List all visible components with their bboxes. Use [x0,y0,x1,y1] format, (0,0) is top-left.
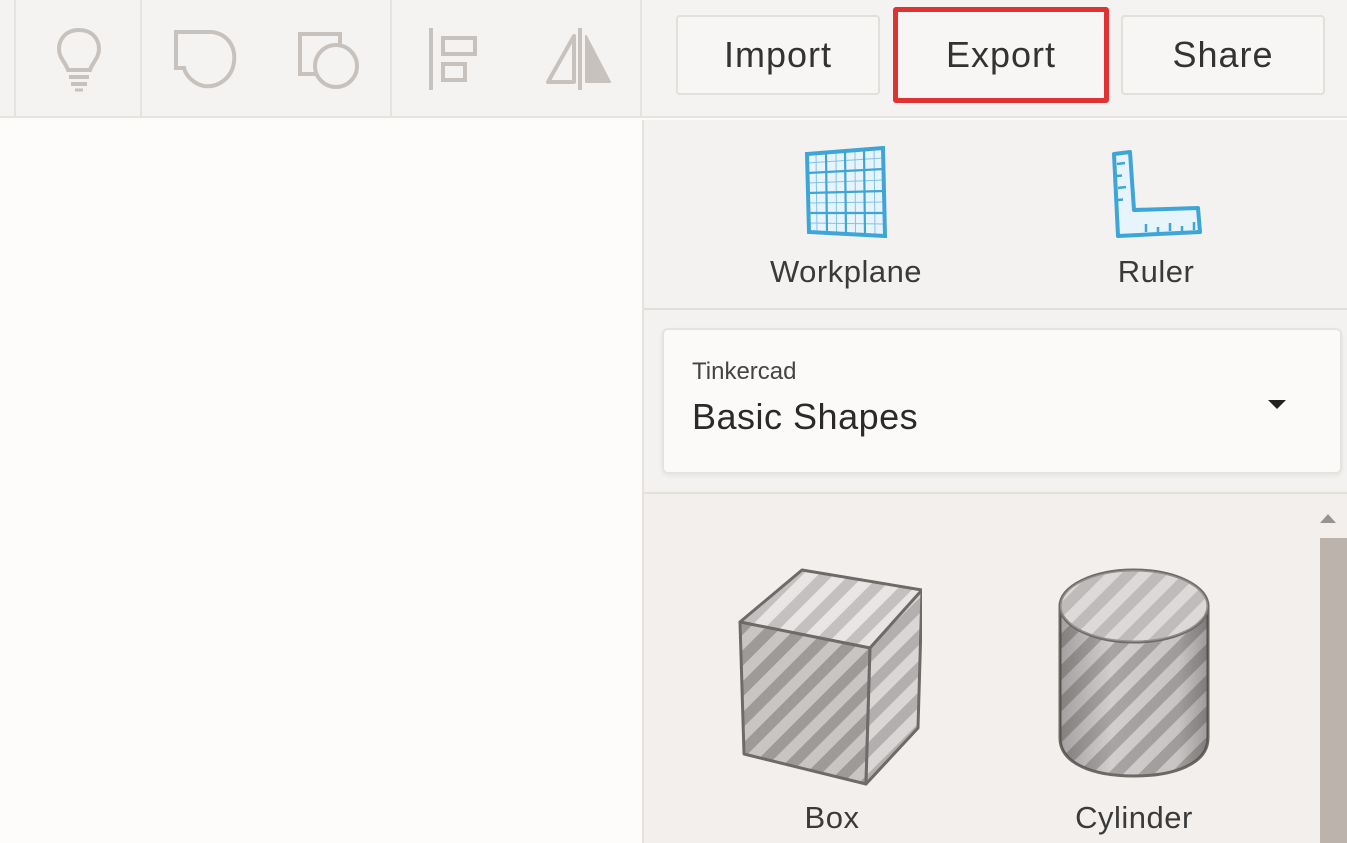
tool-group-arrange [392,0,642,118]
box-shape-icon [722,562,924,797]
top-toolbar: Import Export Share [0,0,1347,118]
workplane-icon [801,145,891,247]
share-button[interactable]: Share [1121,15,1325,95]
group-shape-icon[interactable] [170,24,240,94]
shape-item-box[interactable]: Box [722,544,942,843]
import-button[interactable]: Import [676,15,880,95]
shape-label: Cylinder [1075,800,1193,835]
shapes-panel: Workplane Ruler Tinkercad Basic Shapes B… [642,120,1347,843]
library-provider: Tinkercad [692,358,797,385]
shape-label: Box [804,800,860,835]
lightbulb-icon[interactable] [44,24,114,94]
shapes-grid: Box Cylinder [644,494,1347,843]
shape-item-cylinder[interactable]: Cylinder [1024,544,1244,843]
tool-group-notes [14,0,142,118]
workplane-tool[interactable]: Workplane [696,120,996,308]
ungroup-shape-icon[interactable] [294,24,364,94]
design-canvas[interactable] [0,120,642,843]
cylinder-shape-icon [1024,562,1244,797]
panel-divider [644,308,1347,310]
mirror-icon[interactable] [544,24,614,94]
align-icon[interactable] [420,24,490,94]
ruler-icon [1108,150,1204,247]
library-selected: Basic Shapes [692,396,919,437]
export-button[interactable]: Export [893,7,1109,103]
scroll-up-arrow[interactable] [1320,514,1336,523]
tinkercad-editor: Import Export Share Workplane Ruler Tink… [0,0,1347,843]
caret-down-icon [1268,400,1286,409]
workplane-label: Workplane [769,254,923,289]
scrollbar-thumb[interactable] [1320,538,1347,843]
ruler-label: Ruler [1117,254,1195,289]
ruler-tool[interactable]: Ruler [1006,120,1306,308]
tool-group-grouping [142,0,392,118]
shape-library-dropdown[interactable]: Tinkercad Basic Shapes [662,328,1342,474]
